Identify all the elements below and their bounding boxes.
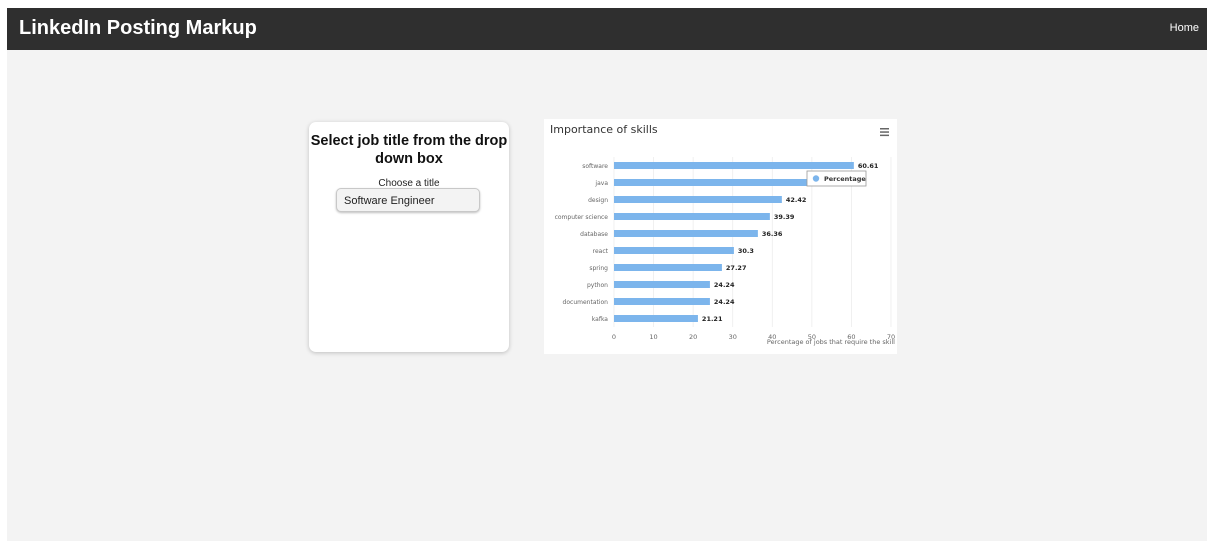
bar <box>614 179 818 186</box>
y-tick-label: kafka <box>592 316 609 323</box>
y-tick-label: python <box>587 282 608 289</box>
y-tick-label: documentation <box>563 299 609 306</box>
y-tick-label: database <box>580 231 608 238</box>
y-tick-label: design <box>588 197 608 204</box>
data-label: 36.36 <box>762 230 783 238</box>
y-tick-label: software <box>582 163 608 170</box>
skills-chart: Importance of skills software 60.61 java de… <box>550 123 895 346</box>
x-tick-label: 20 <box>689 333 697 341</box>
data-label: 24.24 <box>714 281 735 289</box>
data-label: 60.61 <box>858 162 879 170</box>
y-tick-label: spring <box>589 265 608 272</box>
bar <box>614 196 782 203</box>
y-tick-label: computer science <box>555 214 609 221</box>
data-label: 27.27 <box>726 264 747 272</box>
data-label: 24.24 <box>714 298 735 306</box>
bar <box>614 162 854 169</box>
bar <box>614 247 734 254</box>
data-label: 21.21 <box>702 315 723 323</box>
card-title: Select job title from the drop down box <box>310 133 508 167</box>
data-label: 42.42 <box>786 196 807 204</box>
brand-title: LinkedIn Posting Markup <box>19 17 257 39</box>
hamburger-menu-icon[interactable] <box>878 126 892 138</box>
x-tick-label: 10 <box>649 333 657 341</box>
legend-label: Percentage <box>824 175 866 183</box>
skills-chart-panel: Importance of skills software 60.61 java de… <box>544 119 897 354</box>
bar <box>614 298 710 305</box>
home-link[interactable]: Home <box>1170 22 1199 34</box>
bar <box>614 230 758 237</box>
job-title-select[interactable]: Software Engineer <box>336 188 480 212</box>
bar <box>614 315 698 322</box>
data-label: 39.39 <box>774 213 795 221</box>
y-tick-label: java <box>594 180 608 187</box>
chart-legend: Percentage <box>806 170 866 187</box>
job-title-selector-card: Select job title from the drop down box … <box>309 122 509 352</box>
page-frame: LinkedIn Posting Markup Home Select job … <box>7 8 1207 541</box>
bar <box>614 264 722 271</box>
chart-title: Importance of skills <box>550 123 658 136</box>
y-tick-label: react <box>593 248 609 255</box>
bar <box>614 281 710 288</box>
x-tick-label: 30 <box>729 333 737 341</box>
bar <box>614 213 770 220</box>
legend-marker <box>812 175 820 182</box>
x-axis-title: Percentage of jobs that require the skil… <box>767 338 895 346</box>
x-tick-label: 0 <box>612 333 616 341</box>
navbar: LinkedIn Posting Markup Home <box>7 8 1207 50</box>
data-label: 30.3 <box>738 247 754 255</box>
